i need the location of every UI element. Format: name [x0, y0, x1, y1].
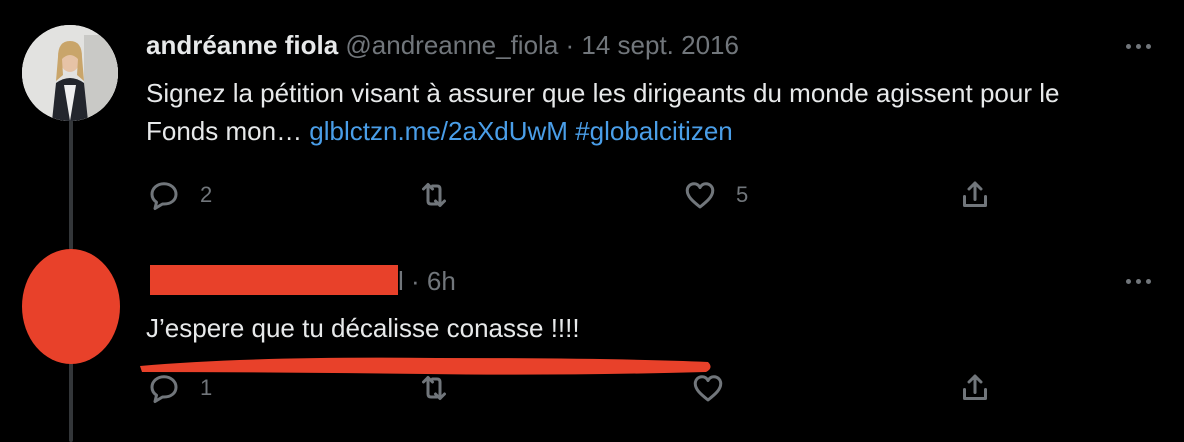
retweet-icon	[422, 183, 446, 207]
reply-icon	[150, 182, 178, 210]
avatar[interactable]	[22, 25, 118, 121]
separator: ·	[403, 266, 427, 296]
like-icon	[685, 182, 715, 209]
tweet-text: J’espere que tu décalisse conasse !!!!	[146, 309, 1126, 347]
timestamp[interactable]: 6h	[427, 266, 456, 296]
more-icon[interactable]	[1122, 38, 1154, 54]
thread-line	[69, 120, 73, 250]
share-icon	[963, 181, 987, 207]
avatar[interactable]	[22, 249, 120, 364]
tweet-header: andréanne fiola @andreanne_fiola · 14 se…	[146, 30, 739, 60]
redaction-box	[150, 265, 398, 295]
reply-count: 2	[200, 182, 213, 207]
more-icon[interactable]	[1122, 273, 1154, 289]
timestamp[interactable]: 14 sept. 2016	[581, 30, 739, 60]
hashtag-link[interactable]: #globalcitizen	[575, 116, 733, 146]
display-name[interactable]: andréanne fiola	[146, 30, 338, 60]
avatar-photo	[22, 25, 118, 121]
separator: ·	[558, 30, 582, 60]
handle[interactable]: @andreanne_fiola	[345, 30, 558, 60]
share-button[interactable]	[957, 177, 993, 213]
share-button[interactable]	[957, 370, 993, 406]
share-icon	[963, 374, 987, 400]
tweet-body: J’espere que tu décalisse conasse !!!!	[146, 313, 580, 343]
reply-button[interactable]: 2	[146, 177, 212, 213]
tweet-text: Signez la pétition visant à assurer que …	[146, 74, 1126, 150]
like-button[interactable]: 5	[682, 177, 748, 213]
thread-line	[69, 362, 73, 442]
retweet-button[interactable]	[416, 177, 470, 213]
like-count: 5	[736, 182, 749, 207]
reply-count: 1	[200, 375, 213, 400]
tweet-link[interactable]: glblctzn.me/2aXdUwM	[309, 116, 568, 146]
redaction-underline	[140, 357, 711, 375]
